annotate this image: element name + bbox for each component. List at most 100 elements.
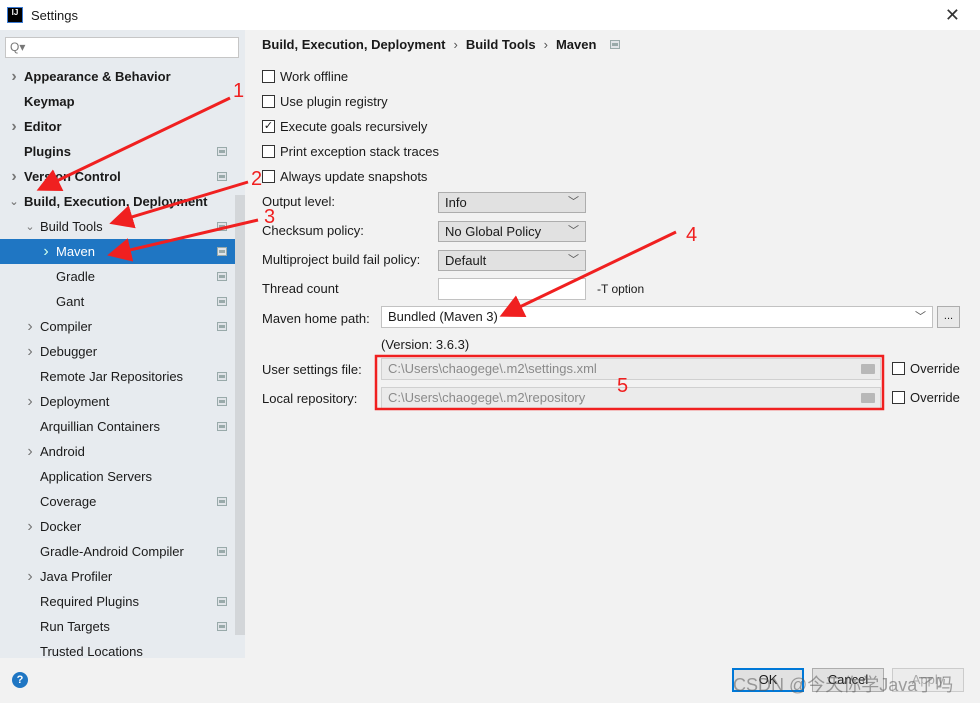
title-bar: IJ Settings ✕ [0, 0, 980, 30]
override-label: Override [910, 390, 960, 405]
sidebar-item-label: Plugins [24, 144, 71, 159]
fail-policy-value: Default [445, 253, 487, 268]
sidebar-item[interactable]: Remote Jar Repositories [0, 364, 235, 389]
sidebar-item[interactable]: Arquillian Containers [0, 414, 235, 439]
checkbox[interactable] [262, 70, 275, 83]
sidebar-item-label: Trusted Locations [40, 644, 143, 658]
sidebar-item-label: Docker [40, 519, 82, 534]
breadcrumb-item: Build Tools [465, 37, 536, 52]
project-page-icon [217, 372, 227, 381]
local-repo-value: C:\Users\chaogege\.m2\repository [388, 390, 586, 405]
folder-icon[interactable] [861, 364, 875, 374]
sidebar-item[interactable]: Trusted Locations [0, 639, 235, 658]
sidebar-item[interactable]: Run Targets [0, 614, 235, 639]
sidebar-scrollbar[interactable] [235, 195, 245, 635]
thread-count-input[interactable] [438, 278, 586, 300]
sidebar-item[interactable]: › Maven [0, 239, 235, 264]
chevron-right-icon[interactable]: › [24, 343, 36, 361]
chevron-right-icon[interactable]: › [24, 518, 36, 536]
sidebar-item[interactable]: Coverage [0, 489, 235, 514]
chevron-right-icon[interactable]: › [24, 568, 36, 586]
checkbox-label: Execute goals recursively [280, 119, 428, 134]
maven-home-label: Maven home path: [262, 311, 370, 326]
checkbox[interactable]: ✓ [262, 120, 275, 133]
sidebar-item-label: Android [40, 444, 85, 459]
chevron-right-icon[interactable]: › [24, 393, 36, 411]
sidebar-item[interactable]: › Deployment [0, 389, 235, 414]
thread-count-suffix: -T option [597, 282, 645, 296]
checksum-policy-select[interactable]: No Global Policy ﹀ [438, 221, 586, 242]
sidebar-item-label: Coverage [40, 494, 97, 509]
project-page-icon [217, 272, 227, 281]
close-icon[interactable]: ✕ [945, 5, 960, 26]
output-level-select[interactable]: Info ﹀ [438, 192, 586, 213]
chevron-right-icon[interactable]: › [8, 118, 20, 136]
fail-policy-select[interactable]: Default ﹀ [438, 250, 586, 271]
checksum-policy-label: Checksum policy: [262, 223, 364, 238]
folder-icon[interactable] [861, 393, 875, 403]
maven-home-combo[interactable]: Bundled (Maven 3) ﹀ [381, 306, 933, 328]
maven-version: (Version: 3.6.3) [381, 337, 470, 352]
checkbox[interactable] [262, 95, 275, 108]
local-repo-input[interactable]: C:\Users\chaogege\.m2\repository [381, 387, 881, 409]
sidebar-item[interactable]: › Java Profiler [0, 564, 235, 589]
search-input[interactable]: Q▾ [5, 37, 239, 58]
annotation-label: 4 [686, 224, 698, 246]
chevron-right-icon[interactable]: › [8, 168, 20, 186]
sidebar-item-label: Required Plugins [40, 594, 140, 609]
sidebar-item-label: Debugger [40, 344, 98, 359]
sidebar-item[interactable]: › Editor [0, 114, 235, 139]
sidebar-item[interactable]: › Android [0, 439, 235, 464]
local-repo-override[interactable]: Override [892, 390, 960, 405]
sidebar-item-label: Gant [56, 294, 85, 309]
override-checkbox[interactable] [892, 362, 905, 375]
checkbox[interactable] [262, 145, 275, 158]
sidebar-item[interactable]: Gant [0, 289, 235, 314]
checkbox-row[interactable]: Print exception stack traces [262, 144, 439, 159]
checkbox-row[interactable]: Always update snapshots [262, 169, 427, 184]
sidebar-item-label: Build, Execution, Deployment [24, 194, 208, 209]
sidebar-item[interactable]: Gradle [0, 264, 235, 289]
project-page-icon [217, 247, 227, 256]
sidebar-item[interactable]: Plugins [0, 139, 235, 164]
chevron-right-icon[interactable]: › [24, 443, 36, 461]
checkbox[interactable] [262, 170, 275, 183]
sidebar-item[interactable]: Application Servers [0, 464, 235, 489]
local-repo-label: Local repository: [262, 391, 358, 406]
checkbox-row[interactable]: Use plugin registry [262, 94, 388, 109]
chevron-right-icon[interactable]: › [8, 68, 20, 86]
help-icon[interactable]: ? [12, 672, 28, 688]
sidebar-item[interactable]: › Version Control [0, 164, 235, 189]
sidebar-item-label: Gradle-Android Compiler [40, 544, 184, 559]
sidebar-item[interactable]: › Docker [0, 514, 235, 539]
chevron-right-icon[interactable]: › [40, 243, 52, 261]
checkbox-label: Work offline [280, 69, 349, 84]
user-settings-value: C:\Users\chaogege\.m2\settings.xml [388, 361, 597, 376]
annotation-label: 1 [233, 80, 245, 102]
sidebar-item[interactable]: Gradle-Android Compiler [0, 539, 235, 564]
chevron-down-icon: ﹀ [915, 311, 926, 323]
checkbox-row[interactable]: Work offline [262, 69, 348, 84]
project-page-icon [217, 397, 227, 406]
chevron-right-icon[interactable]: › [24, 318, 36, 336]
sidebar-item[interactable]: ⌄ Build, Execution, Deployment [0, 189, 235, 214]
project-page-icon [217, 622, 227, 631]
user-settings-input[interactable]: C:\Users\chaogege\.m2\settings.xml [381, 358, 881, 380]
sidebar-item[interactable]: › Debugger [0, 339, 235, 364]
chevron-right-icon: › [543, 37, 548, 52]
browse-button[interactable]: ... [937, 306, 960, 328]
sidebar-item[interactable]: Required Plugins [0, 589, 235, 614]
sidebar-item-label: Appearance & Behavior [24, 69, 171, 84]
sidebar-item[interactable]: › Compiler [0, 314, 235, 339]
sidebar-item[interactable]: › Appearance & Behavior [0, 64, 235, 89]
chevron-down-icon[interactable]: ⌄ [8, 195, 20, 208]
user-settings-override[interactable]: Override [892, 361, 960, 376]
checkbox-row[interactable]: ✓ Execute goals recursively [262, 119, 427, 134]
output-level-value: Info [445, 195, 467, 210]
chevron-down-icon[interactable]: ⌄ [24, 220, 36, 233]
override-checkbox[interactable] [892, 391, 905, 404]
sidebar-item[interactable]: Keymap [0, 89, 235, 114]
sidebar-item[interactable]: ⌄ Build Tools [0, 214, 235, 239]
chevron-down-icon: ﹀ [568, 225, 579, 237]
sidebar-item-label: Keymap [24, 94, 75, 109]
